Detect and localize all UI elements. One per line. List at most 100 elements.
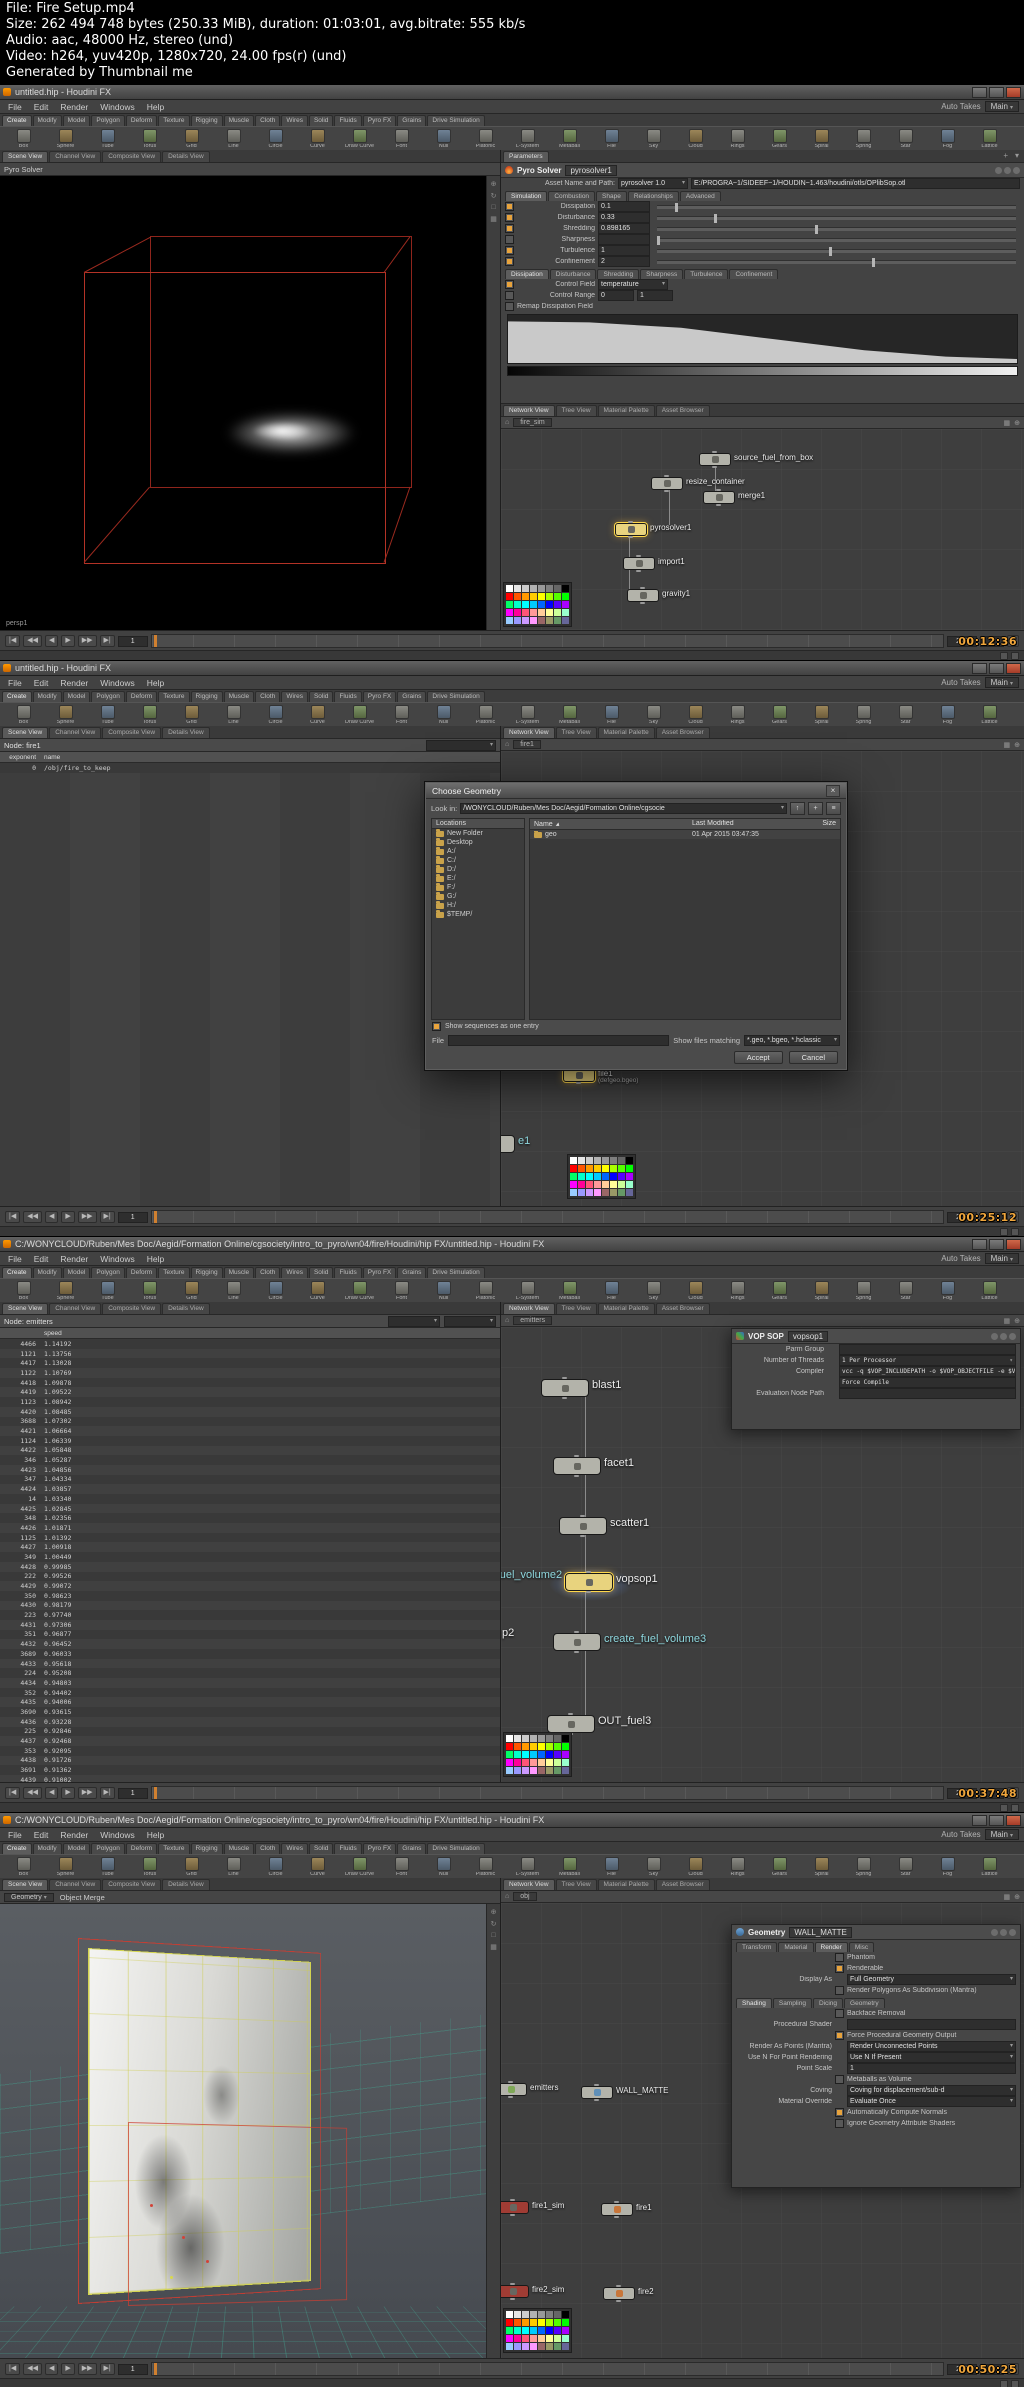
pane-menu-icon[interactable]: ▾ [1012, 151, 1022, 162]
shelf-tab[interactable]: Polygon [91, 1843, 125, 1854]
menu-item[interactable]: Edit [28, 1254, 55, 1264]
shelf-tool[interactable]: Rings [717, 1281, 758, 1302]
rewind-start-icon[interactable]: |◀ [5, 635, 21, 647]
spreadsheet-row[interactable]: 3688 1.07302 [0, 1417, 500, 1427]
node-body[interactable] [565, 1571, 613, 1593]
palette-swatch[interactable] [514, 1767, 521, 1774]
palette-swatch[interactable] [530, 1767, 537, 1774]
shelf-tool[interactable]: L-System [507, 705, 548, 726]
spreadsheet-row[interactable]: 4423 1.04856 [0, 1464, 500, 1475]
cancel-button[interactable]: Cancel [788, 1051, 838, 1064]
shelf-tool[interactable]: Draw Curve [339, 129, 380, 150]
palette-swatch[interactable] [538, 1743, 545, 1750]
shelf-tool[interactable]: Fog [927, 1857, 968, 1878]
param-tab[interactable]: Misc [848, 1942, 875, 1952]
param-subtab[interactable]: Shredding [597, 269, 640, 279]
location-item[interactable]: G:/ [432, 891, 524, 901]
color-palette[interactable] [503, 1732, 572, 1777]
spreadsheet-row[interactable]: 4431 0.97306 [0, 1619, 500, 1630]
shelf-tool[interactable]: Cloud [675, 129, 716, 150]
palette-swatch[interactable] [514, 585, 521, 592]
shelf-tab[interactable]: Solid [308, 115, 334, 126]
shelf-tool[interactable]: Sphere [45, 1857, 86, 1878]
slider-handle[interactable] [657, 235, 660, 245]
close-button[interactable] [1006, 662, 1021, 674]
shelf-tab[interactable]: Create [2, 1267, 32, 1278]
shelf-tool[interactable]: Box [3, 1281, 44, 1302]
palette-swatch[interactable] [514, 1751, 521, 1758]
palette-swatch[interactable] [538, 2319, 545, 2326]
palette-swatch[interactable] [554, 601, 561, 608]
shelf-tool[interactable]: Grid [171, 1281, 212, 1302]
palette-swatch[interactable] [530, 2343, 537, 2350]
menu-item[interactable]: Help [141, 1830, 170, 1840]
param-value[interactable]: 0.898165 [598, 223, 650, 234]
param-tab[interactable]: Shape [596, 191, 627, 201]
playhead[interactable] [153, 1787, 157, 1799]
view-frame-icon[interactable]: □ [491, 1932, 495, 1939]
shelf-tool[interactable]: Tube [87, 705, 128, 726]
palette-swatch[interactable] [610, 1173, 617, 1180]
slider-handle[interactable] [829, 246, 833, 256]
shelf-tool[interactable]: L-System [507, 1281, 548, 1302]
network-node[interactable]: import1 [623, 555, 685, 572]
param-value[interactable]: Coving for displacement/sub-d [847, 2085, 1016, 2096]
shelf-tab[interactable]: Rigging [190, 1267, 223, 1278]
spreadsheet-row[interactable]: 4425 1.02845 [0, 1503, 500, 1514]
param-value[interactable]: 2 [598, 256, 650, 267]
palette-swatch[interactable] [522, 1735, 529, 1742]
palette-swatch[interactable] [618, 1157, 625, 1164]
param-value[interactable]: 1 [847, 2063, 1016, 2074]
shelf-tab[interactable]: Muscle [223, 691, 255, 702]
shelf-tab[interactable]: Modify [32, 1843, 62, 1854]
param-slider[interactable] [657, 246, 1016, 256]
current-frame-field[interactable]: 1 [117, 1211, 148, 1223]
palette-swatch[interactable] [594, 1157, 601, 1164]
shelf-tool[interactable]: Font [381, 705, 422, 726]
shelf-tab[interactable]: Texture [158, 1267, 190, 1278]
shelf-tool[interactable]: L-System [507, 1857, 548, 1878]
palette-swatch[interactable] [586, 1189, 593, 1196]
param-checkbox[interactable] [505, 246, 514, 255]
column-size[interactable]: Size [806, 820, 836, 828]
param-slider[interactable] [657, 224, 1016, 234]
close-button[interactable] [1006, 86, 1021, 98]
spreadsheet-row[interactable]: 223 0.97740 [0, 1610, 500, 1620]
shelf-tab[interactable]: Create [2, 115, 32, 126]
shelf-tool[interactable]: File [591, 129, 632, 150]
shelf-tool[interactable]: Draw Curve [339, 705, 380, 726]
palette-swatch[interactable] [578, 1181, 585, 1188]
palette-swatch[interactable] [554, 1743, 561, 1750]
shelf-tab[interactable]: Polygon [91, 691, 125, 702]
shelf-tool[interactable]: Spiral [801, 705, 842, 726]
minimize-button[interactable] [972, 1814, 987, 1826]
palette-swatch[interactable] [506, 593, 513, 600]
palette-swatch[interactable] [530, 1759, 537, 1766]
palette-swatch[interactable] [514, 2319, 521, 2326]
forward-end-icon[interactable]: ▶| [99, 1787, 115, 1799]
pane-tab[interactable]: Tree View [555, 1879, 597, 1890]
network-node[interactable]: blast1 [541, 1377, 621, 1399]
pane-tab[interactable]: Scene View [2, 151, 49, 162]
maximize-button[interactable] [989, 662, 1004, 674]
shelf-tool[interactable]: Torus [129, 1281, 170, 1302]
slider-handle[interactable] [872, 257, 876, 267]
timeline[interactable] [150, 2362, 944, 2376]
shelf-tool[interactable]: File [591, 1281, 632, 1302]
param-checkbox[interactable] [505, 235, 514, 244]
palette-swatch[interactable] [530, 2311, 537, 2318]
shelf-tab[interactable]: Fluids [334, 1267, 362, 1278]
current-frame-field[interactable]: 1 [117, 2363, 148, 2375]
palette-swatch[interactable] [506, 585, 513, 592]
pane-tab[interactable]: Details View [162, 727, 210, 738]
palette-swatch[interactable] [562, 593, 569, 600]
maximize-button[interactable] [989, 1814, 1004, 1826]
network-node[interactable]: source_fuel_from_box [699, 451, 813, 468]
menu-item[interactable]: File [2, 678, 28, 688]
network-node[interactable]: create_fuel_volume3 [553, 1631, 706, 1653]
shelf-tool[interactable]: Star [885, 1857, 926, 1878]
param-value[interactable]: 0.33 [598, 212, 650, 223]
palette-swatch[interactable] [546, 2327, 553, 2334]
take-selector[interactable]: Main [984, 101, 1019, 112]
palette-swatch[interactable] [546, 617, 553, 624]
